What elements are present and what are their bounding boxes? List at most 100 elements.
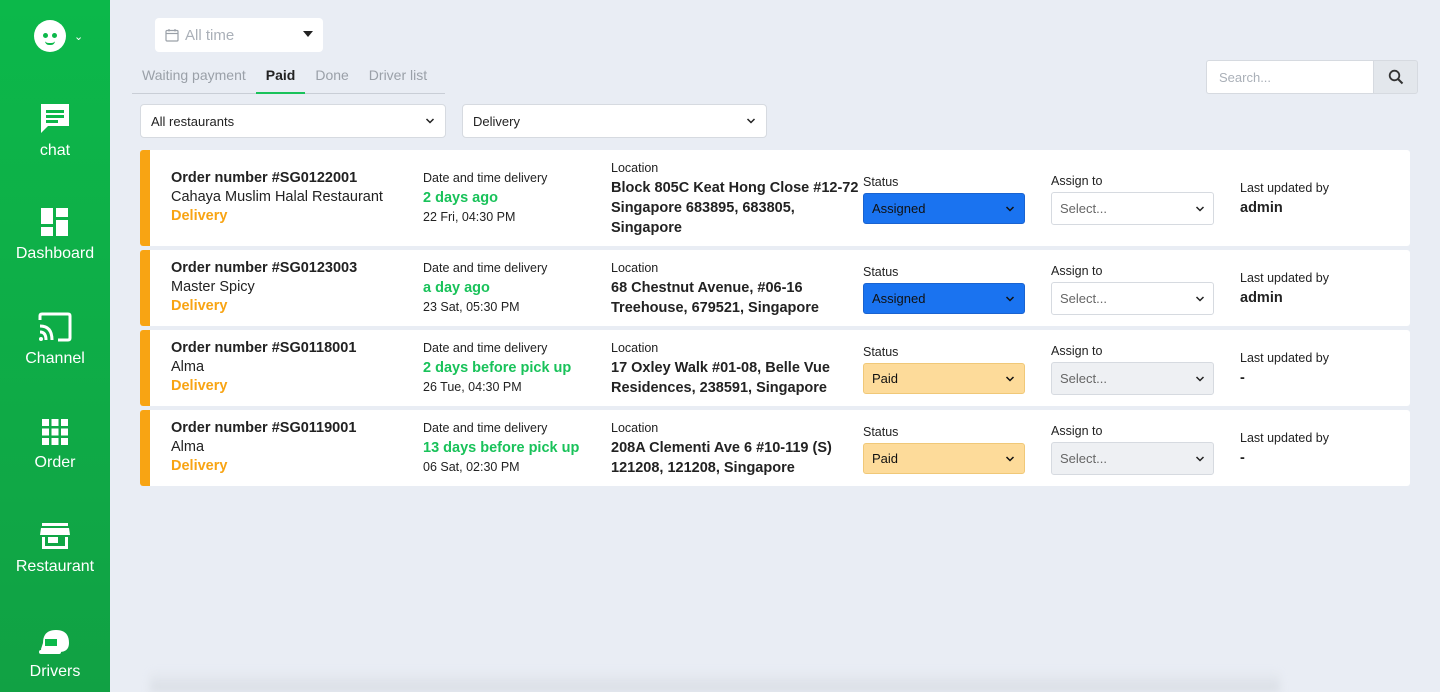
status-select[interactable]: Paid: [863, 443, 1025, 474]
order-type-indicator: [140, 410, 150, 486]
assign-driver-select[interactable]: Select...: [1051, 442, 1214, 475]
calendar-icon: [165, 29, 179, 42]
dashboard-icon: [41, 208, 68, 236]
datetime-label: Date and time delivery: [423, 421, 548, 435]
assign-driver-select[interactable]: Select...: [1051, 192, 1214, 225]
restaurant-name: Alma: [171, 439, 205, 455]
order-card[interactable]: Order number #SG0118001 Alma Delivery Da…: [140, 330, 1410, 406]
location-label: Location: [611, 261, 659, 275]
datetime-label: Date and time delivery: [423, 341, 548, 355]
sidebar-item-label: chat: [39, 142, 71, 159]
chevron-down-icon: [1195, 456, 1205, 462]
datetime-label: Date and time delivery: [423, 261, 548, 275]
search-bar: [1206, 60, 1418, 94]
date-range-select[interactable]: All time: [155, 18, 323, 52]
search-icon: [1388, 69, 1403, 85]
scroll-shadow: [150, 670, 1280, 692]
restaurant-name: Cahaya Muslim Halal Restaurant: [171, 189, 383, 205]
status-label: Status: [863, 175, 899, 189]
status-label: Status: [863, 425, 899, 439]
order-card[interactable]: Order number #SG0123003 Master Spicy Del…: [140, 250, 1410, 326]
last-updated-label: Last updated by: [1240, 181, 1329, 195]
chevron-down-icon: [1005, 206, 1015, 212]
relative-time: 2 days before pick up: [423, 360, 572, 376]
order-type-indicator: [140, 150, 150, 246]
delivery-type-select[interactable]: Delivery: [462, 104, 767, 138]
status-value: Paid: [872, 451, 899, 466]
relative-time: a day ago: [423, 280, 490, 296]
delivery-datetime: 22 Fri, 04:30 PM: [423, 210, 516, 224]
last-updated-label: Last updated by: [1240, 431, 1329, 445]
status-tabs: Waiting payment Paid Done Driver list: [132, 62, 445, 94]
order-number: Order number #SG0119001: [171, 420, 357, 436]
sidebar-item-drivers[interactable]: Drivers: [0, 627, 110, 681]
status-label: Status: [863, 345, 899, 359]
chevron-down-icon: [1005, 296, 1015, 302]
location-address: 68 Chestnut Avenue, #06-16 Treehouse, 67…: [611, 280, 819, 316]
order-type-indicator: [140, 330, 150, 406]
last-updated-label: Last updated by: [1240, 351, 1329, 365]
order-type: Delivery: [171, 208, 228, 224]
sidebar-item-label: Restaurant: [15, 558, 95, 575]
date-range-value: All time: [185, 26, 235, 44]
tab-waiting-payment[interactable]: Waiting payment: [132, 62, 256, 93]
sidebar-item-channel[interactable]: Channel: [0, 312, 110, 368]
restaurant-icon: [40, 523, 70, 549]
search-input[interactable]: [1206, 60, 1373, 94]
assign-label: Assign to: [1051, 264, 1103, 278]
status-select[interactable]: Assigned: [863, 283, 1025, 314]
account-menu[interactable]: ⌄: [34, 20, 83, 52]
delivery-datetime: 26 Tue, 04:30 PM: [423, 380, 522, 394]
chat-icon: [41, 104, 69, 133]
status-select[interactable]: Assigned: [863, 193, 1025, 224]
location-label: Location: [611, 421, 659, 435]
sidebar-item-chat[interactable]: chat: [0, 102, 110, 160]
chevron-down-icon: [1195, 206, 1205, 212]
assign-driver-select[interactable]: Select...: [1051, 362, 1214, 395]
order-card[interactable]: Order number #SG0122001 Cahaya Muslim Ha…: [140, 150, 1410, 246]
last-updated-by: -: [1240, 370, 1245, 386]
sidebar-item-restaurant[interactable]: Restaurant: [0, 522, 110, 576]
assign-driver-select[interactable]: Select...: [1051, 282, 1214, 315]
chevron-down-icon: [1195, 376, 1205, 382]
restaurant-name: Alma: [171, 359, 205, 375]
channel-icon: [38, 312, 72, 342]
order-type: Delivery: [171, 458, 228, 474]
location-address: Block 805C Keat Hong Close #12-72 Singap…: [611, 180, 859, 236]
location-address: 208A Clementi Ave 6 #10-119 (S) 121208, …: [611, 440, 832, 476]
chevron-down-icon: [425, 118, 435, 124]
tab-paid[interactable]: Paid: [255, 62, 306, 94]
order-type: Delivery: [171, 378, 228, 394]
status-label: Status: [863, 265, 899, 279]
chevron-down-icon: [746, 118, 756, 124]
last-updated-by: -: [1240, 450, 1245, 466]
assign-value: Select...: [1060, 201, 1107, 216]
tab-done[interactable]: Done: [305, 62, 358, 93]
assign-value: Select...: [1060, 451, 1107, 466]
sidebar-item-dashboard[interactable]: Dashboard: [0, 207, 110, 263]
assign-label: Assign to: [1051, 344, 1103, 358]
chevron-down-icon: ⌄: [74, 30, 84, 43]
last-updated-label: Last updated by: [1240, 271, 1329, 285]
sidebar-item-label: Drivers: [29, 663, 81, 680]
relative-time: 13 days before pick up: [423, 440, 580, 456]
order-type-indicator: [140, 250, 150, 326]
status-value: Paid: [872, 371, 899, 386]
search-button[interactable]: [1373, 60, 1418, 94]
assign-label: Assign to: [1051, 174, 1103, 188]
status-value: Assigned: [872, 201, 926, 216]
delivery-type-value: Delivery: [473, 113, 520, 129]
sidebar-item-order[interactable]: Order: [0, 418, 110, 472]
tab-driver-list[interactable]: Driver list: [359, 62, 437, 93]
restaurant-filter-select[interactable]: All restaurants: [140, 104, 446, 138]
restaurant-filter-value: All restaurants: [151, 113, 235, 129]
sidebar: ⌄ chat Dashboard Channel Order Restauran…: [0, 0, 110, 692]
order-card[interactable]: Order number #SG0119001 Alma Delivery Da…: [140, 410, 1410, 486]
delivery-datetime: 06 Sat, 02:30 PM: [423, 460, 520, 474]
location-address: 17 Oxley Walk #01-08, Belle Vue Residenc…: [611, 360, 830, 396]
sidebar-item-label: Order: [34, 454, 76, 471]
datetime-label: Date and time delivery: [423, 171, 548, 185]
assign-label: Assign to: [1051, 424, 1103, 438]
sidebar-item-label: Dashboard: [15, 245, 95, 262]
status-select[interactable]: Paid: [863, 363, 1025, 394]
